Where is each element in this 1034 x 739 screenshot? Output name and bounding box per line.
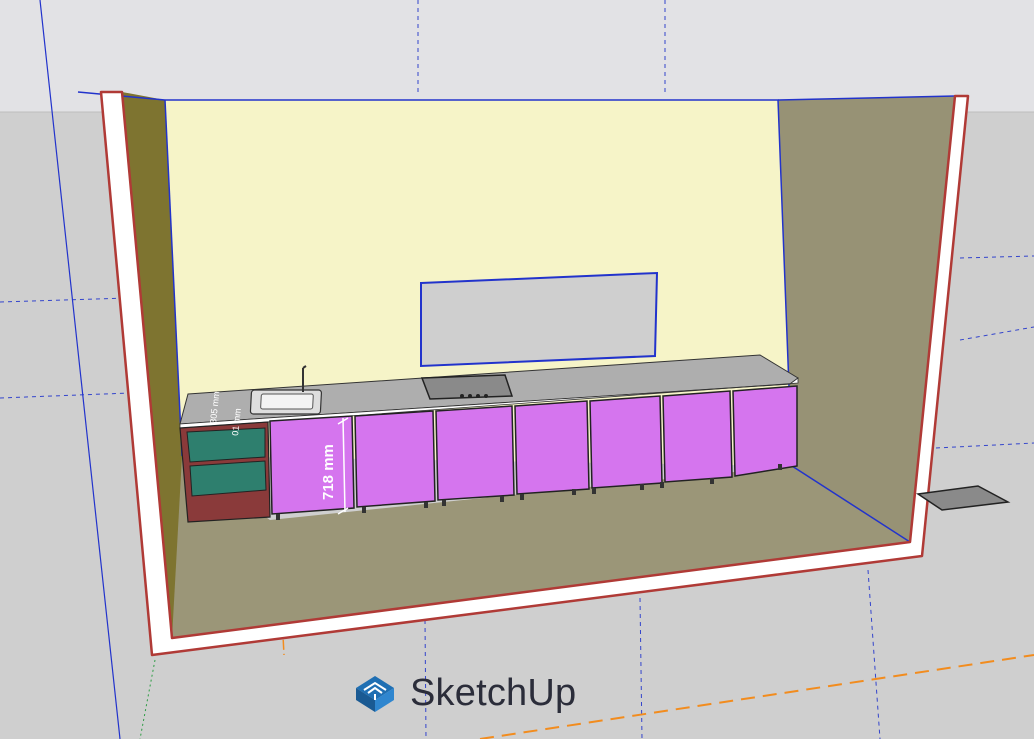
sky-background [0, 0, 1034, 112]
shelf-2 [189, 460, 267, 497]
cabinet-door-5[interactable] [589, 395, 663, 489]
shelf-1 [186, 427, 266, 463]
cabinet-door-3[interactable] [435, 405, 515, 501]
window-opening[interactable] [420, 271, 659, 368]
sketchup-logo-icon [350, 668, 400, 719]
sketchup-wordmark: SketchUp [410, 672, 577, 714]
cabinet-door-6[interactable] [662, 390, 733, 483]
sink-basin [260, 393, 314, 410]
cabinet-door-4[interactable] [514, 400, 590, 495]
cabinet-door-7[interactable] [732, 385, 798, 477]
cabinet-door-2[interactable] [354, 410, 436, 508]
cooktop-icon[interactable] [420, 374, 514, 400]
cabinet-door-1[interactable] [269, 415, 355, 515]
3d-scene[interactable]: 718 mm 305 mm 01 mm [0, 0, 1034, 739]
modeling-viewport[interactable]: 718 mm 305 mm 01 mm SketchUp [0, 0, 1034, 739]
cabinet-height-dimension[interactable]: 718 mm [320, 444, 337, 500]
sketchup-watermark: SketchUp [350, 668, 576, 719]
